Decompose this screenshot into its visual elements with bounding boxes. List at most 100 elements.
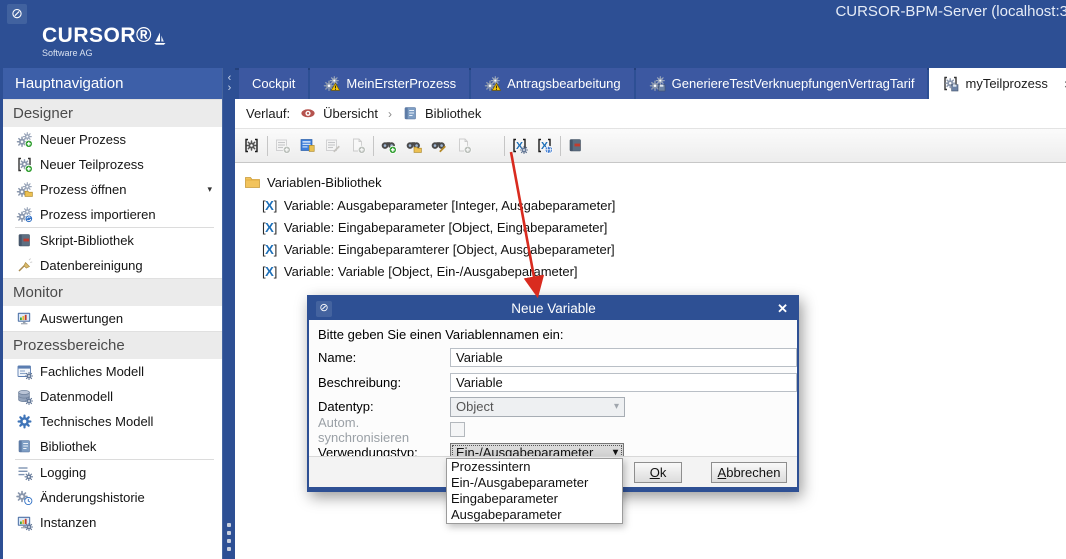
toolbar-script-library-button[interactable] <box>565 135 586 157</box>
dropdown-option-prozessintern[interactable]: Prozessintern <box>447 459 622 475</box>
subprocess-new-icon <box>16 156 33 173</box>
toolbar: XX <box>235 128 1066 163</box>
name-label: Name: <box>318 350 450 365</box>
subprocess-icon <box>942 75 959 92</box>
description-label: Beschreibung: <box>318 375 450 390</box>
variable-list-item[interactable]: [X]Variable: Ausgabeparameter [Integer, … <box>262 194 1066 216</box>
tab-meinersterprozess[interactable]: MeinErsterProzess <box>310 68 469 99</box>
sidebar-item-label: Neuer Prozess <box>40 132 126 147</box>
process-warning-icon <box>323 75 340 92</box>
sidebar-item-skript-bibliothek[interactable]: Skript-Bibliothek <box>3 228 222 253</box>
library-root-node[interactable]: Variablen-Bibliothek <box>244 171 1066 193</box>
sidebar-item-datenbereinigung[interactable]: Datenbereinigung <box>3 253 222 278</box>
variable-label: Variable: Eingabeparamterer [Object, Aus… <box>284 242 615 257</box>
auto-sync-label: Autom. synchronisieren <box>318 415 450 445</box>
business-model-icon <box>16 363 33 380</box>
process-import-icon <box>16 206 33 223</box>
sidebar-item-label: Technisches Modell <box>40 414 153 429</box>
sidebar-item-fachliches-modell[interactable]: Fachliches Modell <box>3 359 222 384</box>
toolbar-paste-entry-button <box>453 135 474 157</box>
dropdown-option-eingabeparameter[interactable]: Eingabeparameter <box>447 491 622 507</box>
toolbar-add-entry-button <box>272 135 293 157</box>
variable-list-item[interactable]: [X] Variable: Eingabeparamterer [Object, … <box>262 238 1066 260</box>
folder-icon <box>244 174 261 191</box>
toolbar-search-add-button[interactable] <box>378 135 399 157</box>
toolbar-separator <box>560 136 561 156</box>
data-model-icon <box>16 388 33 405</box>
dialog-close-icon[interactable]: ✕ <box>775 301 790 317</box>
sidebar-item-auswertungen[interactable]: Auswertungen <box>3 306 222 331</box>
sidebar-item-label: Instanzen <box>40 515 96 530</box>
dropdown-option-ein-ausgabeparameter[interactable]: Ein-/Ausgabeparameter <box>447 475 622 491</box>
breadcrumb: Verlauf: Übersicht›Bibliothek <box>235 99 1066 128</box>
library-icon <box>402 105 419 122</box>
library-root-label: Variablen-Bibliothek <box>267 175 382 190</box>
sidebar-item-label: Datenmodell <box>40 389 113 404</box>
sidebar-section-prozessbereiche: Prozessbereiche <box>3 331 222 359</box>
variable-icon: [X] <box>262 198 277 213</box>
toolbar-new-variable-button[interactable]: X <box>509 135 530 157</box>
datatype-label: Datentyp: <box>318 399 450 414</box>
tab-label: myTeilprozess <box>965 76 1047 91</box>
sidebar-item-label: Datenbereinigung <box>40 258 143 273</box>
breadcrumb-item-bibliothek[interactable]: Bibliothek <box>402 105 481 122</box>
toolbar-search-edit-button[interactable] <box>428 135 449 157</box>
sidebar-item-änderungshistorie[interactable]: Änderungshistorie <box>3 485 222 510</box>
tab-myteilprozess[interactable]: myTeilprozess× <box>929 68 1066 99</box>
tab-generieretestverknuepfungenvertragtarif[interactable]: GeneriereTestVerknuepfungenVertragTarif <box>636 68 928 99</box>
toolbar-sync-variables-button[interactable]: X <box>534 135 555 157</box>
usage-type-dropdown-list: ProzessinternEin-/AusgabeparameterEingab… <box>446 458 623 524</box>
sidebar: Hauptnavigation DesignerNeuer ProzessNeu… <box>0 68 222 559</box>
tab-label: GeneriereTestVerknuepfungenVertragTarif <box>672 76 915 91</box>
logging-icon <box>16 464 33 481</box>
dialog-logo-icon: ⊘ <box>316 301 332 317</box>
sidebar-item-bibliothek[interactable]: Bibliothek <box>3 434 222 459</box>
variable-icon: [X] <box>262 242 277 257</box>
chevron-down-icon: ▾ <box>614 401 619 412</box>
tab-strip: CockpitMeinErsterProzessAntragsbearbeitu… <box>235 68 1066 99</box>
sidebar-item-label: Prozess öffnen <box>40 182 126 197</box>
instances-icon <box>16 514 33 531</box>
toolbar-separator <box>267 136 268 156</box>
process-open-icon <box>16 181 33 198</box>
sidebar-item-neuer-teilprozess[interactable]: Neuer Teilprozess <box>3 152 222 177</box>
library-icon <box>16 438 33 455</box>
tab-cockpit[interactable]: Cockpit <box>239 68 308 99</box>
app-logo-icon: ⊘ <box>7 4 27 24</box>
variable-list-item[interactable]: [X]Variable: Variable [Object, Ein-/Ausg… <box>262 260 1066 282</box>
breadcrumb-item-label: Übersicht <box>323 106 378 121</box>
toolbar-open-subprocess-button[interactable] <box>241 135 262 157</box>
sidebar-item-datenmodell[interactable]: Datenmodell <box>3 384 222 409</box>
sidebar-item-technisches-modell[interactable]: Technisches Modell <box>3 409 222 434</box>
tab-antragsbearbeitung[interactable]: Antragsbearbeitung <box>471 68 633 99</box>
splitter-grip[interactable] <box>227 523 231 555</box>
ok-button[interactable]: Ok <box>634 462 682 483</box>
sidebar-item-neuer-prozess[interactable]: Neuer Prozess <box>3 127 222 152</box>
process-warning-icon <box>484 75 501 92</box>
name-field[interactable] <box>450 348 797 367</box>
process-save-icon <box>649 75 666 92</box>
copy-entry-icon <box>349 137 366 154</box>
sidebar-item-instanzen[interactable]: Instanzen <box>3 510 222 535</box>
cancel-button[interactable]: Abbrechen <box>711 462 787 483</box>
toolbar-search-library-button[interactable] <box>403 135 424 157</box>
sidebar-item-label: Skript-Bibliothek <box>40 233 134 248</box>
top-banner: ⊘ CURSOR-BPM-Server (localhost:3 CURSOR®… <box>0 0 1066 68</box>
search-edit-icon <box>430 137 447 154</box>
sidebar-item-label: Prozess importieren <box>40 207 156 222</box>
paste-entry-icon <box>455 137 472 154</box>
sidebar-item-prozess-öffnen[interactable]: Prozess öffnen ▾ <box>3 177 222 202</box>
variable-list-item[interactable]: [X]Variable: Eingabeparameter [Object, E… <box>262 216 1066 238</box>
sidebar-title: Hauptnavigation <box>3 68 222 99</box>
sidebar-item-prozess-importieren[interactable]: Prozess importieren <box>3 202 222 227</box>
toolbar-properties-button[interactable] <box>297 135 318 157</box>
sidebar-item-logging[interactable]: Logging <box>3 460 222 485</box>
sidebar-splitter[interactable]: ‹ › <box>222 68 235 559</box>
dropdown-option-ausgabeparameter[interactable]: Ausgabeparameter <box>447 507 622 523</box>
variable-icon: [X] <box>262 220 277 235</box>
breadcrumb-item-übersicht[interactable]: Übersicht <box>300 105 378 122</box>
auto-sync-checkbox[interactable] <box>450 422 465 437</box>
chevron-down-icon[interactable]: ▾ <box>207 184 212 195</box>
datatype-select[interactable]: Object ▾ <box>450 397 625 417</box>
description-field[interactable] <box>450 373 797 392</box>
